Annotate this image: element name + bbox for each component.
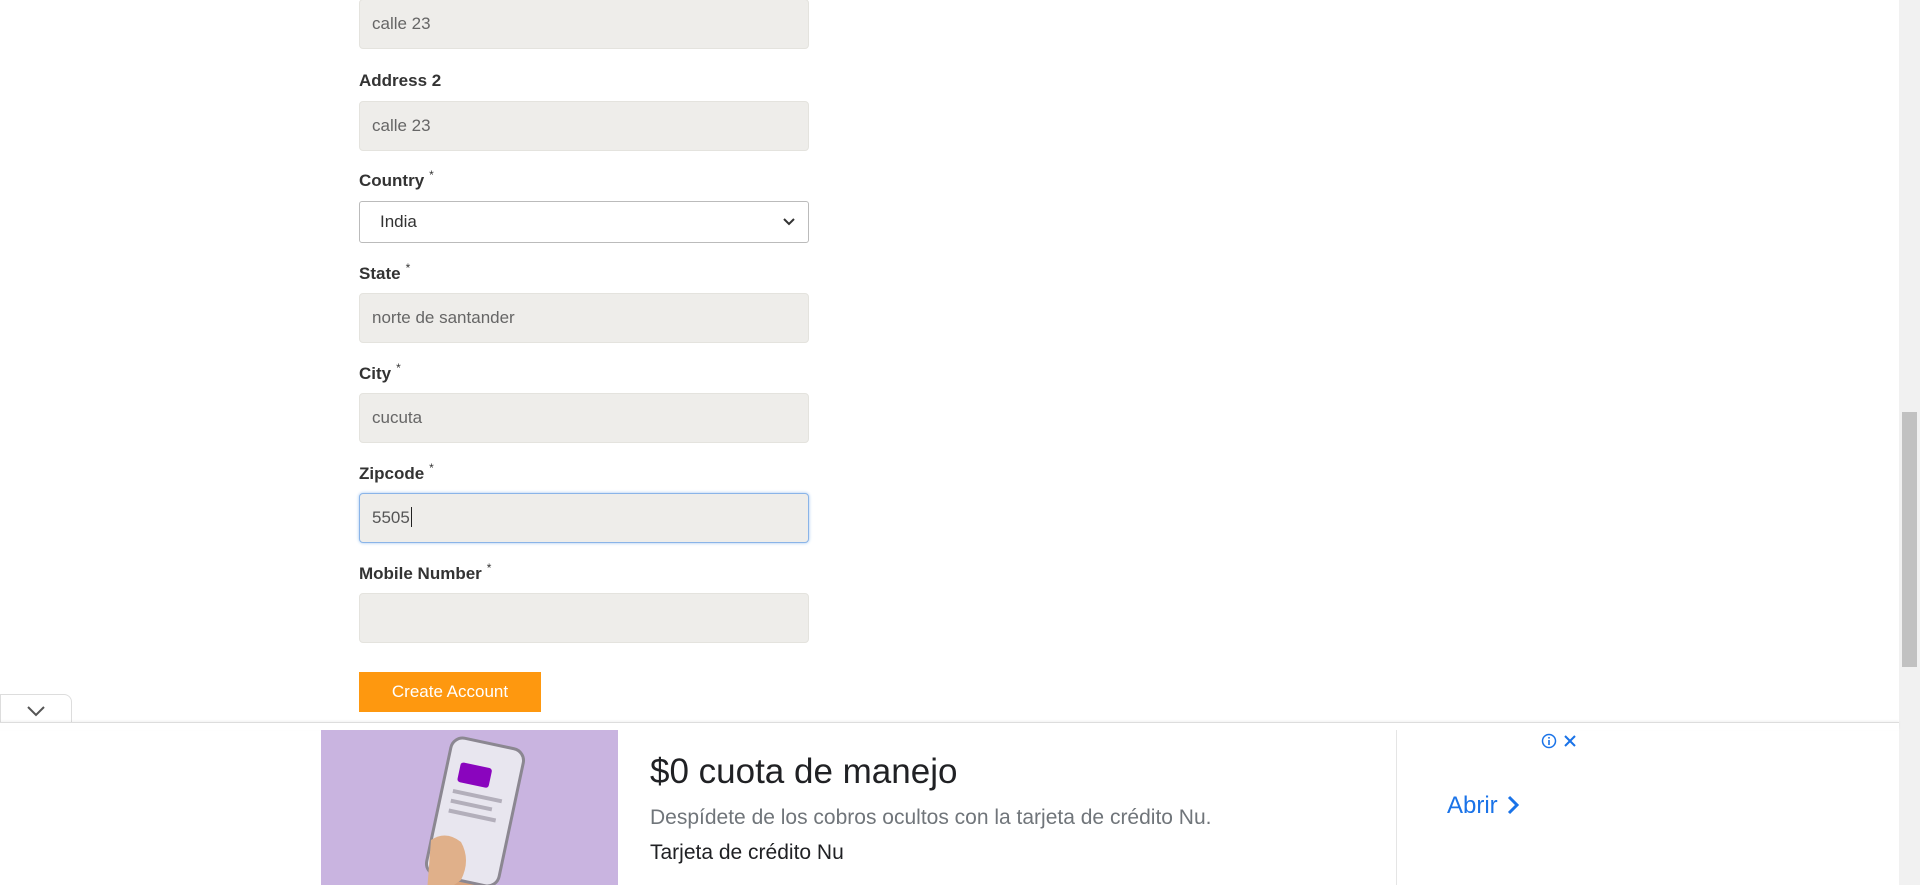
scrollbar-thumb[interactable] [1902, 412, 1917, 667]
country-selected-value: India [380, 212, 417, 231]
ad-info-icon[interactable] [1541, 733, 1557, 754]
city-label: City * [359, 361, 401, 383]
page-scrollbar[interactable] [1899, 0, 1920, 885]
country-label: Country * [359, 168, 434, 190]
mobile-number-label: Mobile Number * [359, 561, 492, 583]
ad-description[interactable]: Despídete de los cobros ocultos con la t… [650, 806, 1211, 830]
ad-brand[interactable]: Tarjeta de crédito Nu [650, 841, 844, 865]
zipcode-label: Zipcode * [359, 461, 434, 483]
required-marker: * [396, 361, 401, 375]
state-label: State * [359, 261, 411, 283]
country-select[interactable]: India [359, 201, 809, 243]
mobile-number-input[interactable] [359, 593, 809, 643]
required-marker: * [429, 461, 434, 475]
required-marker: * [429, 168, 434, 182]
required-marker: * [405, 261, 411, 275]
ad-separator [1396, 730, 1397, 885]
phone-in-hand-illustration [321, 730, 618, 885]
chevron-right-icon [1507, 795, 1519, 814]
ad-open-button[interactable]: Abrir [1447, 792, 1520, 820]
required-marker: * [486, 561, 492, 575]
address2-label: Address 2 [359, 71, 442, 90]
ad-banner[interactable]: $0 cuota de manejo Despídete de los cobr… [321, 730, 1577, 885]
collapse-chevron-icon [27, 706, 45, 717]
ad-close-icon[interactable] [1562, 733, 1578, 754]
ad-divider [0, 722, 1899, 730]
state-input[interactable]: norte de santander [359, 293, 809, 343]
text-caret [410, 506, 412, 527]
ad-open-label: Abrir [1447, 792, 1498, 819]
address1-input[interactable]: calle 23 [359, 0, 809, 49]
address2-input[interactable]: calle 23 [359, 101, 809, 151]
ad-image[interactable] [321, 730, 618, 885]
zipcode-value: 5505 [372, 508, 410, 527]
city-input[interactable]: cucuta [359, 393, 809, 443]
chevron-down-icon [782, 202, 796, 242]
ad-title[interactable]: $0 cuota de manejo [650, 752, 957, 792]
zipcode-input[interactable]: 5505 [359, 493, 809, 543]
create-account-button[interactable]: Create Account [359, 672, 541, 712]
ad-collapse-button[interactable] [0, 694, 72, 724]
